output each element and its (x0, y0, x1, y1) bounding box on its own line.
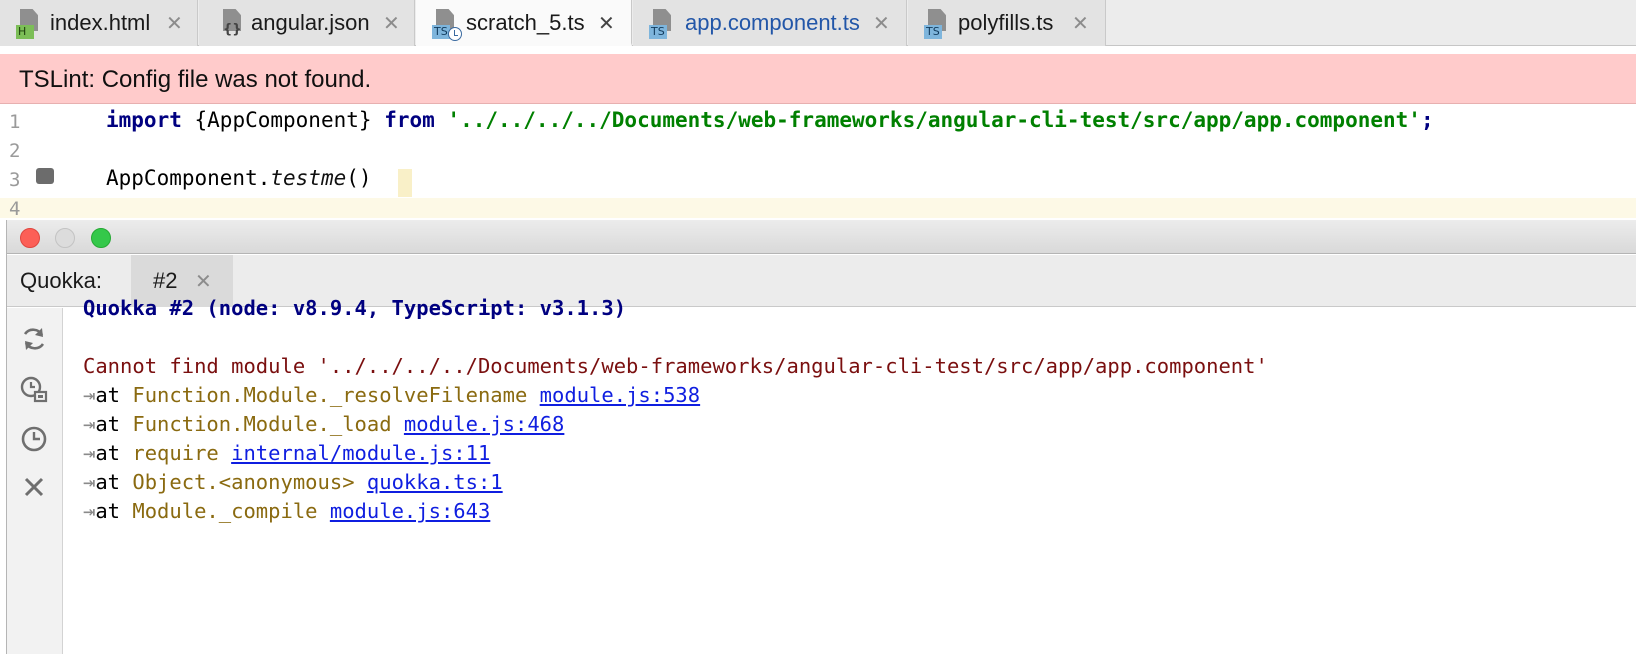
tab-label: app.component.ts (685, 10, 860, 35)
show-value-icon[interactable] (19, 374, 49, 404)
stack-trace-line: ⇥at Object.<anonymous> quokka.ts:1 (83, 470, 503, 494)
ts-file-icon: TS (924, 9, 952, 39)
stack-trace-link[interactable]: module.js:643 (330, 499, 490, 523)
close-icon[interactable]: ✕ (383, 11, 400, 36)
stack-trace-line: ⇥at require internal/module.js:11 (83, 441, 491, 465)
tab-scratch-5-ts[interactable]: TS scratch_5.ts ✕ (416, 0, 632, 46)
window-close-button[interactable] (20, 228, 40, 248)
line-number: 4 (9, 198, 21, 220)
stack-trace-link[interactable]: quokka.ts:1 (367, 470, 503, 494)
keyword-from: from (384, 108, 435, 132)
method-name: testme (270, 166, 347, 190)
import-braces: {AppComponent} (194, 108, 372, 132)
tab-label: #2 (153, 268, 178, 293)
refresh-icon[interactable] (19, 324, 49, 354)
window-zoom-button[interactable] (91, 228, 111, 248)
banner-message: TSLint: Config file was not found. (19, 66, 372, 93)
line-number: 2 (9, 140, 21, 162)
tslint-notification-banner: TSLint: Config file was not found. (0, 54, 1636, 104)
quokka-tool-window: Quokka: #2 ✕ Quokka #2 (node: v8.9.4, Ty… (6, 220, 1636, 654)
close-icon[interactable]: ✕ (598, 11, 615, 36)
stack-trace-link[interactable]: module.js:538 (540, 383, 700, 407)
line-number: 3 (9, 169, 21, 191)
window-titlebar (7, 220, 1636, 254)
tab-label: polyfills.ts (958, 10, 1054, 35)
stack-trace-link[interactable]: module.js:468 (404, 412, 564, 436)
code-line-3: AppComponent.testme() (106, 166, 372, 190)
ts-scratch-file-icon: TS (432, 9, 462, 41)
quokka-panel-label: Quokka: (20, 268, 102, 293)
close-icon[interactable]: ✕ (873, 11, 890, 36)
ts-file-icon: TS (649, 9, 677, 39)
import-path-string: '../../../../Documents/web-frameworks/an… (447, 108, 1421, 132)
caret-highlight (398, 169, 412, 197)
stack-trace-line: ⇥at Module._compile module.js:643 (83, 499, 491, 523)
stack-trace-line: ⇥at Function.Module._resolveFilename mod… (83, 383, 701, 407)
quokka-session-header: Quokka #2 (node: v8.9.4, TypeScript: v3.… (83, 296, 627, 320)
tab-app-component-ts[interactable]: TS app.component.ts ✕ (633, 0, 907, 46)
call-parens: () (346, 166, 372, 190)
window-minimize-button[interactable] (55, 228, 75, 248)
close-icon[interactable]: ✕ (1072, 11, 1089, 36)
stack-trace-link[interactable]: internal/module.js:11 (231, 441, 490, 465)
breakpoint-marker-icon[interactable] (36, 168, 54, 184)
line-number: 1 (9, 111, 21, 133)
keyword-import: import (106, 108, 182, 132)
error-message: Cannot find module '../../../../Document… (83, 354, 1268, 378)
object-name: AppComponent. (106, 166, 271, 190)
tab-polyfills-ts[interactable]: TS polyfills.ts ✕ (908, 0, 1106, 46)
code-line-1: import {AppComponent} from '../../../../… (106, 108, 1434, 132)
tab-label: scratch_5.ts (466, 10, 585, 35)
tab-index-html[interactable]: H index.html ✕ (0, 0, 198, 46)
close-icon[interactable] (19, 472, 49, 502)
html-file-icon: H (16, 9, 44, 39)
tab-label: angular.json (251, 10, 370, 35)
close-icon[interactable]: ✕ (166, 11, 183, 36)
close-icon[interactable]: ✕ (195, 269, 212, 294)
semicolon: ; (1420, 108, 1434, 132)
tab-label: index.html (50, 10, 151, 35)
tab-angular-json[interactable]: {} angular.json ✕ (199, 0, 415, 46)
editor-tab-bar: H index.html ✕ {} angular.json ✕ TS scra… (0, 0, 1636, 46)
stack-trace-line: ⇥at Function.Module._load module.js:468 (83, 412, 565, 436)
code-editor[interactable]: 1 2 3 4 import {AppComponent} from '../.… (0, 105, 1636, 220)
json-file-icon: {} (219, 9, 247, 39)
current-line-highlight (0, 198, 1636, 218)
history-clock-icon[interactable] (19, 424, 49, 454)
quokka-sidebar (7, 308, 63, 654)
